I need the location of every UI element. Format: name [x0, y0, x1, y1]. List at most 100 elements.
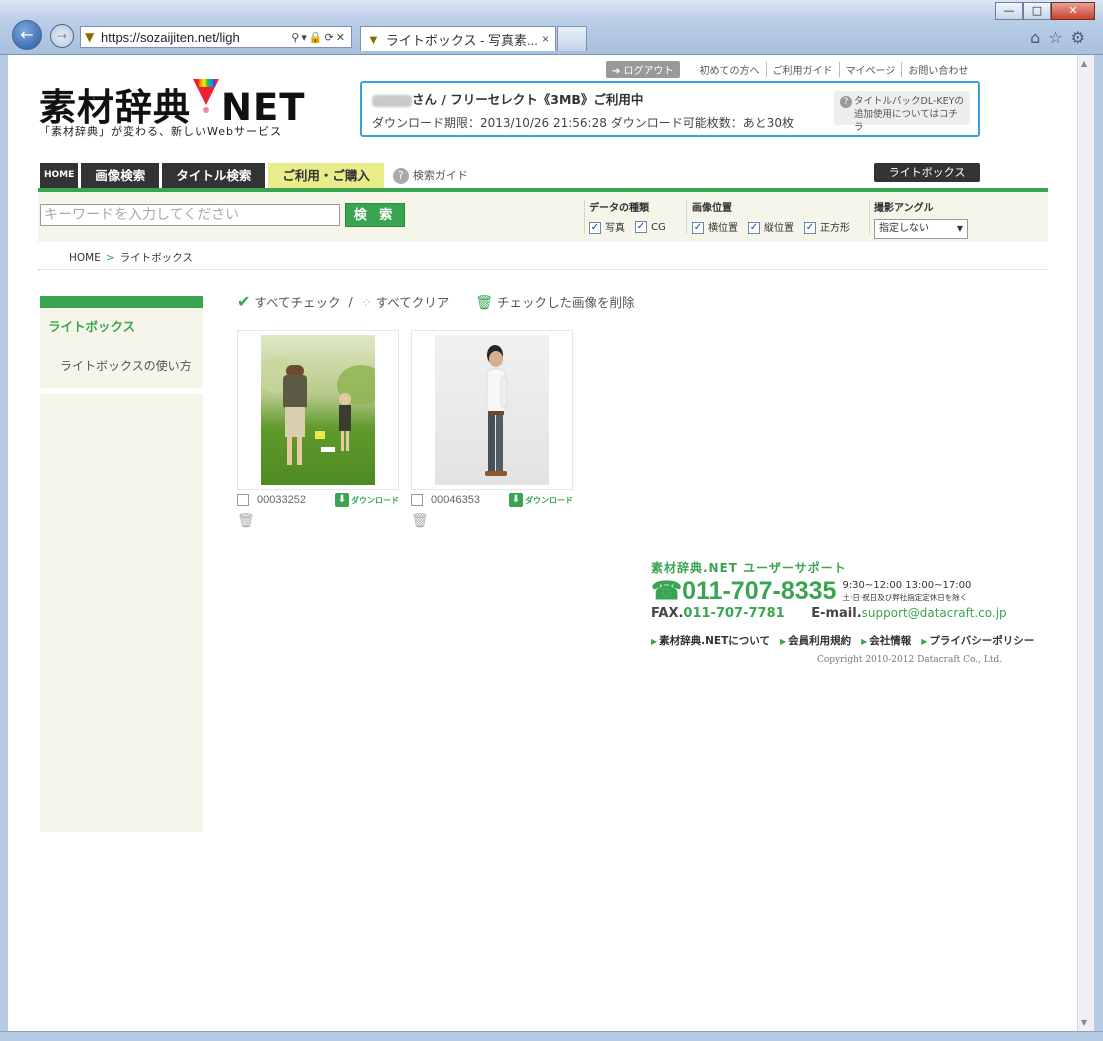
footer-link-privacy[interactable]: プライバシーポリシー	[921, 633, 1034, 648]
clear-all-button[interactable]: ⁘ すべてクリア	[361, 292, 450, 311]
gear-icon[interactable]: ⚙	[1071, 28, 1093, 47]
window-controls: — □ ✕	[995, 2, 1095, 20]
sidebar-item-how-to[interactable]: ライトボックスの使い方	[60, 357, 195, 374]
arrow-right-icon: →	[56, 29, 68, 43]
maximize-button[interactable]: □	[1023, 2, 1051, 20]
dlkey-button[interactable]: ? タイトルパックDL-KEYの 追加使用についてはコチラ	[834, 91, 970, 133]
scroll-down-icon[interactable]: ▼	[1081, 1018, 1087, 1027]
user-status-text: さん / フリーセレクト《3MB》ご利用中	[412, 92, 644, 107]
checkbox-cg[interactable]: ✓ CG	[635, 220, 666, 233]
filter-divider	[686, 200, 687, 234]
support-hours: 9:30~12:00 13:00~17:00 土·日·祝日及び弊社指定定休日を除…	[842, 580, 971, 604]
download-label: ダウンロード	[525, 495, 573, 505]
nav-home[interactable]: HOME	[40, 163, 79, 188]
search-guide-label: 検索ガイド	[412, 169, 468, 182]
question-icon: ?	[392, 168, 409, 184]
footer-link-terms[interactable]: 会員利用規約	[780, 633, 851, 648]
man-photo-illustration	[485, 345, 508, 476]
filter-angle: 撮影アングル 指定しない	[874, 199, 968, 239]
dlkey-line1: タイトルパックDL-KEYの	[854, 96, 964, 107]
thumbnail-frame[interactable]	[411, 330, 573, 490]
link-my-page[interactable]: マイページ	[840, 62, 903, 77]
footer-links: 素材辞典.NETについて 会員利用規約 会社情報 プライバシーポリシー	[651, 633, 1034, 648]
download-button[interactable]: ⬇ ダウンロード	[509, 493, 573, 507]
trash-icon[interactable]: 🗑	[237, 513, 399, 529]
phone-icon: ☎	[651, 577, 683, 605]
link-contact[interactable]: お問い合わせ	[902, 62, 974, 77]
sidebar-panel	[40, 394, 203, 832]
footer-link-company[interactable]: 会社情報	[861, 633, 911, 648]
delete-checked-button[interactable]: 🗑 チェックした画像を削除	[457, 292, 634, 311]
filter-divider	[584, 200, 585, 234]
lightbox-button[interactable]: ライトボックス	[874, 163, 980, 182]
item-meta: 00046353 ⬇ ダウンロード	[411, 493, 573, 507]
breadcrumb-current: ライトボックス	[119, 252, 193, 264]
item-meta: 00033252 ⬇ ダウンロード	[237, 493, 399, 507]
check-all-label: すべてチェック	[254, 295, 341, 310]
user-support: 素材辞典.NET ユーザーサポート ☎011-707-8335 9:30~12:…	[651, 559, 1007, 621]
window-frame-right	[1094, 55, 1103, 1031]
scroll-up-icon[interactable]: ▲	[1081, 59, 1087, 68]
clear-all-label: すべてクリア	[375, 295, 450, 310]
download-button[interactable]: ⬇ ダウンロード	[335, 493, 399, 507]
breadcrumb: HOME > ライトボックス	[69, 250, 193, 265]
tab-lightbox[interactable]: ▼ ライトボックス - 写真素... ×	[360, 26, 556, 51]
fax-label: FAX.	[651, 606, 684, 621]
support-phone: ☎011-707-8335 9:30~12:00 13:00~17:00 土·日…	[651, 576, 1007, 606]
home-icon[interactable]: ⌂	[1030, 28, 1048, 47]
trash-icon[interactable]: 🗑	[411, 513, 573, 529]
filter-angle-title: 撮影アングル	[874, 203, 934, 214]
download-label: ダウンロード	[351, 495, 399, 505]
phone-number: ☎011-707-8335	[651, 576, 836, 606]
browser-tools: ⌂☆⚙	[1030, 28, 1093, 47]
minimize-button[interactable]: —	[995, 2, 1023, 20]
copyright: Copyright 2010-2012 Datacraft Co., Ltd.	[817, 655, 1003, 665]
vertical-scrollbar[interactable]: ▲ ▼	[1077, 55, 1094, 1031]
logout-button[interactable]: ➔ ログアウト	[606, 61, 680, 78]
back-button[interactable]: ←	[12, 20, 42, 50]
support-title: 素材辞典.NET ユーザーサポート	[651, 561, 847, 575]
nav-purchase[interactable]: ご利用・ご購入	[268, 163, 384, 188]
checkbox-checked-icon: ✓	[692, 222, 704, 234]
tab-close-icon[interactable]: ×	[542, 32, 549, 46]
sidebar-title[interactable]: ライトボックス	[48, 316, 195, 335]
forward-button[interactable]: →	[50, 24, 74, 48]
nav-title-search[interactable]: タイトル検索	[162, 163, 266, 188]
filter-data-type: データの種類 ✓ 写真 ✓ CG	[589, 199, 666, 234]
nav-search-guide[interactable]: ? 検索ガイド	[392, 163, 468, 188]
checkbox-photo[interactable]: ✓ 写真	[589, 219, 625, 234]
check-all-button[interactable]: ✔ すべてチェック	[237, 292, 341, 311]
checkbox-portrait[interactable]: ✓ 縦位置	[748, 219, 794, 234]
lightbox-item: 00046353 ⬇ ダウンロード 🗑	[411, 330, 573, 529]
link-usage-guide[interactable]: ご利用ガイド	[767, 62, 840, 77]
link-first-time[interactable]: 初めての方へ	[694, 62, 767, 77]
item-checkbox[interactable]	[411, 494, 423, 506]
lightbox-actions: ✔ すべてチェック / ⁘ すべてクリア 🗑 チェックした画像を削除	[237, 292, 635, 311]
address-url[interactable]: https://sozaijiten.net/ligh	[101, 30, 291, 45]
download-icon: ⬇	[335, 493, 349, 507]
close-window-button[interactable]: ✕	[1051, 2, 1095, 20]
breadcrumb-home[interactable]: HOME	[69, 252, 101, 264]
keyword-search-input[interactable]: キーワードを入力してください	[40, 204, 340, 226]
sidebar: ライトボックス ライトボックスの使い方	[40, 296, 203, 832]
thumbnail-frame[interactable]	[237, 330, 399, 490]
footer-link-about[interactable]: 素材辞典.NETについて	[651, 633, 770, 648]
checkbox-square[interactable]: ✓ 正方形	[804, 219, 850, 234]
search-button[interactable]: 検 索	[345, 203, 405, 227]
thumbnail-image[interactable]	[435, 335, 549, 485]
checkbox-landscape[interactable]: ✓ 横位置	[692, 219, 738, 234]
arrow-left-icon: ←	[20, 25, 34, 44]
question-icon: ?	[840, 96, 852, 108]
address-tools-icon[interactable]: ⚲▾🔒⟳✕	[291, 31, 347, 44]
fax-number: 011-707-7781	[683, 606, 785, 621]
angle-select[interactable]: 指定しない	[874, 219, 968, 239]
nav-image-search[interactable]: 画像検索	[81, 163, 160, 188]
email-link[interactable]: support@datacraft.co.jp	[862, 606, 1007, 620]
tab-favicon: ▼	[367, 31, 380, 47]
new-tab-button[interactable]	[557, 26, 587, 51]
thumbnail-image[interactable]	[261, 335, 375, 485]
phone-number-text: 011-707-8335	[682, 577, 837, 605]
item-checkbox[interactable]	[237, 494, 249, 506]
favorites-star-icon[interactable]: ☆	[1048, 28, 1070, 47]
address-bar[interactable]: ▼ https://sozaijiten.net/ligh ⚲▾🔒⟳✕	[80, 26, 352, 48]
